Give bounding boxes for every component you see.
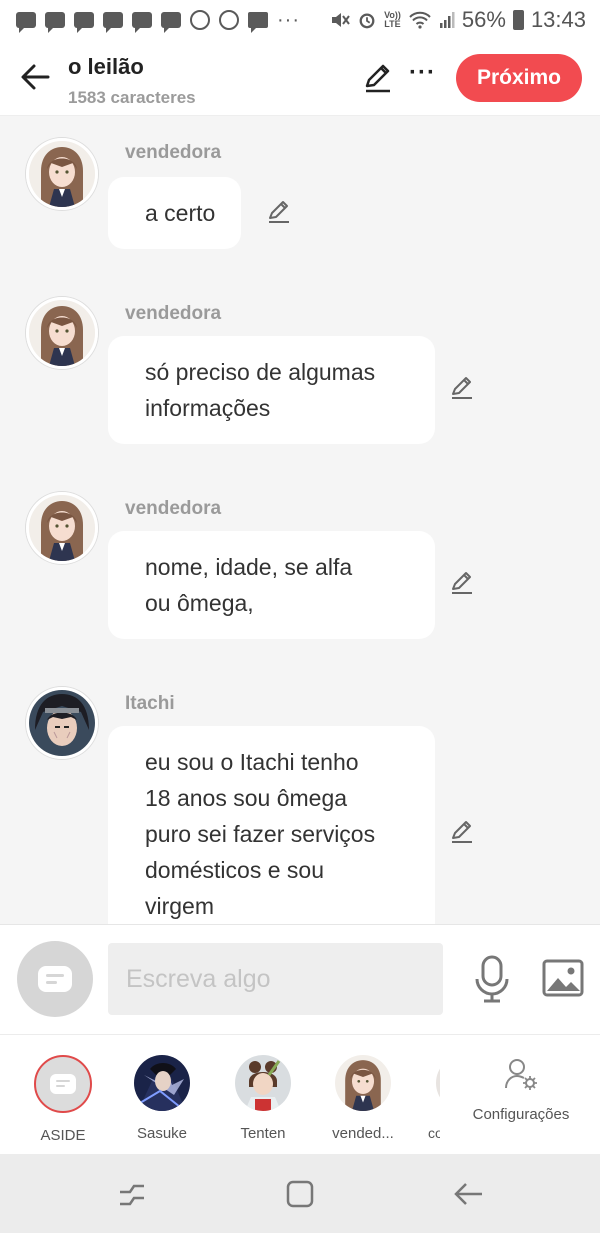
- back-arrow-icon[interactable]: [18, 60, 52, 94]
- mute-icon: [332, 13, 350, 27]
- message-notification-icon: [16, 12, 36, 33]
- avatar: [436, 1055, 440, 1111]
- message-input[interactable]: [108, 943, 443, 1015]
- edit-message-icon[interactable]: [449, 375, 475, 401]
- message-bubble[interactable]: nome, idade, se alfa ou ômega,: [108, 531, 435, 639]
- message-notification-icon: [74, 12, 94, 33]
- chat-bubble-icon: [50, 1074, 76, 1094]
- settings-label: Configurações: [472, 1106, 570, 1123]
- character-name: Tenten: [240, 1125, 286, 1142]
- recents-icon[interactable]: [116, 1178, 148, 1210]
- story-title: o leilão: [68, 54, 144, 79]
- character-name: Sasuke: [136, 1125, 188, 1142]
- character-name: ASIDE: [40, 1127, 86, 1144]
- more-options-icon[interactable]: ···: [409, 61, 437, 90]
- message-line: informações: [145, 395, 271, 421]
- clock: 13:43: [530, 7, 586, 32]
- character-partial[interactable]: co: [428, 1055, 440, 1165]
- sender-name: vendedora: [125, 303, 222, 324]
- microphone-icon[interactable]: [472, 955, 512, 1003]
- avatar: [335, 1055, 391, 1111]
- more-notifications-icon: ···: [277, 9, 300, 31]
- character-tenten[interactable]: Tenten: [218, 1055, 308, 1142]
- message-line: só preciso de algumas: [145, 359, 376, 385]
- character-tray: ASIDE Sasuke Tenten vended... co Configu…: [0, 1034, 600, 1154]
- character-sasuke[interactable]: Sasuke: [117, 1055, 207, 1142]
- battery-icon: [512, 10, 524, 30]
- user-settings-icon: [505, 1059, 537, 1090]
- edit-message-icon[interactable]: [449, 819, 475, 845]
- home-icon[interactable]: [284, 1178, 316, 1210]
- character-name: co: [428, 1125, 440, 1141]
- edit-pencil-icon[interactable]: [362, 62, 394, 94]
- system-nav-bar: [0, 1154, 600, 1233]
- message-line: 18 anos sou ômega: [145, 785, 348, 811]
- message-line: nome, idade, se alfa: [145, 554, 353, 580]
- message-notification-icon: [103, 12, 123, 33]
- character-vendedora[interactable]: vended...: [318, 1055, 408, 1142]
- notification-icons: ···: [16, 9, 330, 33]
- character-aside[interactable]: ASIDE: [18, 1055, 108, 1144]
- pinterest-icon: [219, 10, 239, 30]
- wifi-icon: [409, 11, 431, 29]
- edit-message-icon[interactable]: [449, 570, 475, 596]
- image-icon[interactable]: [542, 959, 584, 997]
- message-composer: [0, 924, 600, 1034]
- message-bubble[interactable]: eu sou o Itachi tenho 18 anos sou ômega …: [108, 726, 435, 924]
- status-bar: ··· Vo)) LTE 56% 13:43: [0, 0, 600, 40]
- story-header: o leilão 1583 caracteres ··· Próximo: [0, 40, 600, 116]
- back-icon[interactable]: [452, 1178, 484, 1210]
- gallery-notification-icon: [248, 12, 268, 33]
- edit-message-icon[interactable]: [266, 199, 292, 225]
- avatar: [134, 1055, 190, 1111]
- message-notification-icon: [161, 12, 181, 33]
- message-line: ou ômega,: [145, 590, 254, 616]
- volte-icon: Vo)) LTE: [384, 10, 401, 29]
- avatar[interactable]: [26, 687, 98, 759]
- alarm-icon: [359, 13, 375, 29]
- narrator-selector[interactable]: [17, 941, 93, 1017]
- message-bubble[interactable]: só preciso de algumas informações: [108, 336, 435, 444]
- next-button[interactable]: Próximo: [456, 54, 582, 102]
- message-line: eu sou o Itachi tenho: [145, 749, 359, 775]
- character-count: 1583 caracteres: [68, 88, 196, 107]
- sender-name: Itachi: [125, 693, 175, 714]
- message-notification-icon: [132, 12, 152, 33]
- message-line: virgem: [145, 893, 215, 919]
- sender-name: vendedora: [125, 142, 222, 163]
- chat-bubble-icon: [38, 966, 72, 992]
- message-line: domésticos e sou: [145, 857, 324, 883]
- avatar: [235, 1055, 291, 1111]
- avatar[interactable]: [26, 138, 98, 210]
- message-list: vendedora a certo vendedora só preciso d…: [0, 116, 600, 924]
- avatar[interactable]: [26, 297, 98, 369]
- message-notification-icon: [45, 12, 65, 33]
- avatar: [34, 1055, 92, 1113]
- settings-button[interactable]: Configurações: [466, 1057, 576, 1123]
- message-line: a certo: [145, 200, 216, 226]
- battery-percent: 56%: [461, 7, 506, 32]
- message-bubble[interactable]: a certo: [108, 177, 242, 249]
- character-name: vended...: [332, 1125, 394, 1142]
- message-line: puro sei fazer serviços: [145, 821, 376, 847]
- system-icons: Vo)) LTE 56% 13:43: [330, 7, 586, 33]
- whatsapp-icon: [190, 10, 210, 30]
- signal-icon: [439, 12, 455, 28]
- sender-name: vendedora: [125, 498, 222, 519]
- avatar[interactable]: [26, 492, 98, 564]
